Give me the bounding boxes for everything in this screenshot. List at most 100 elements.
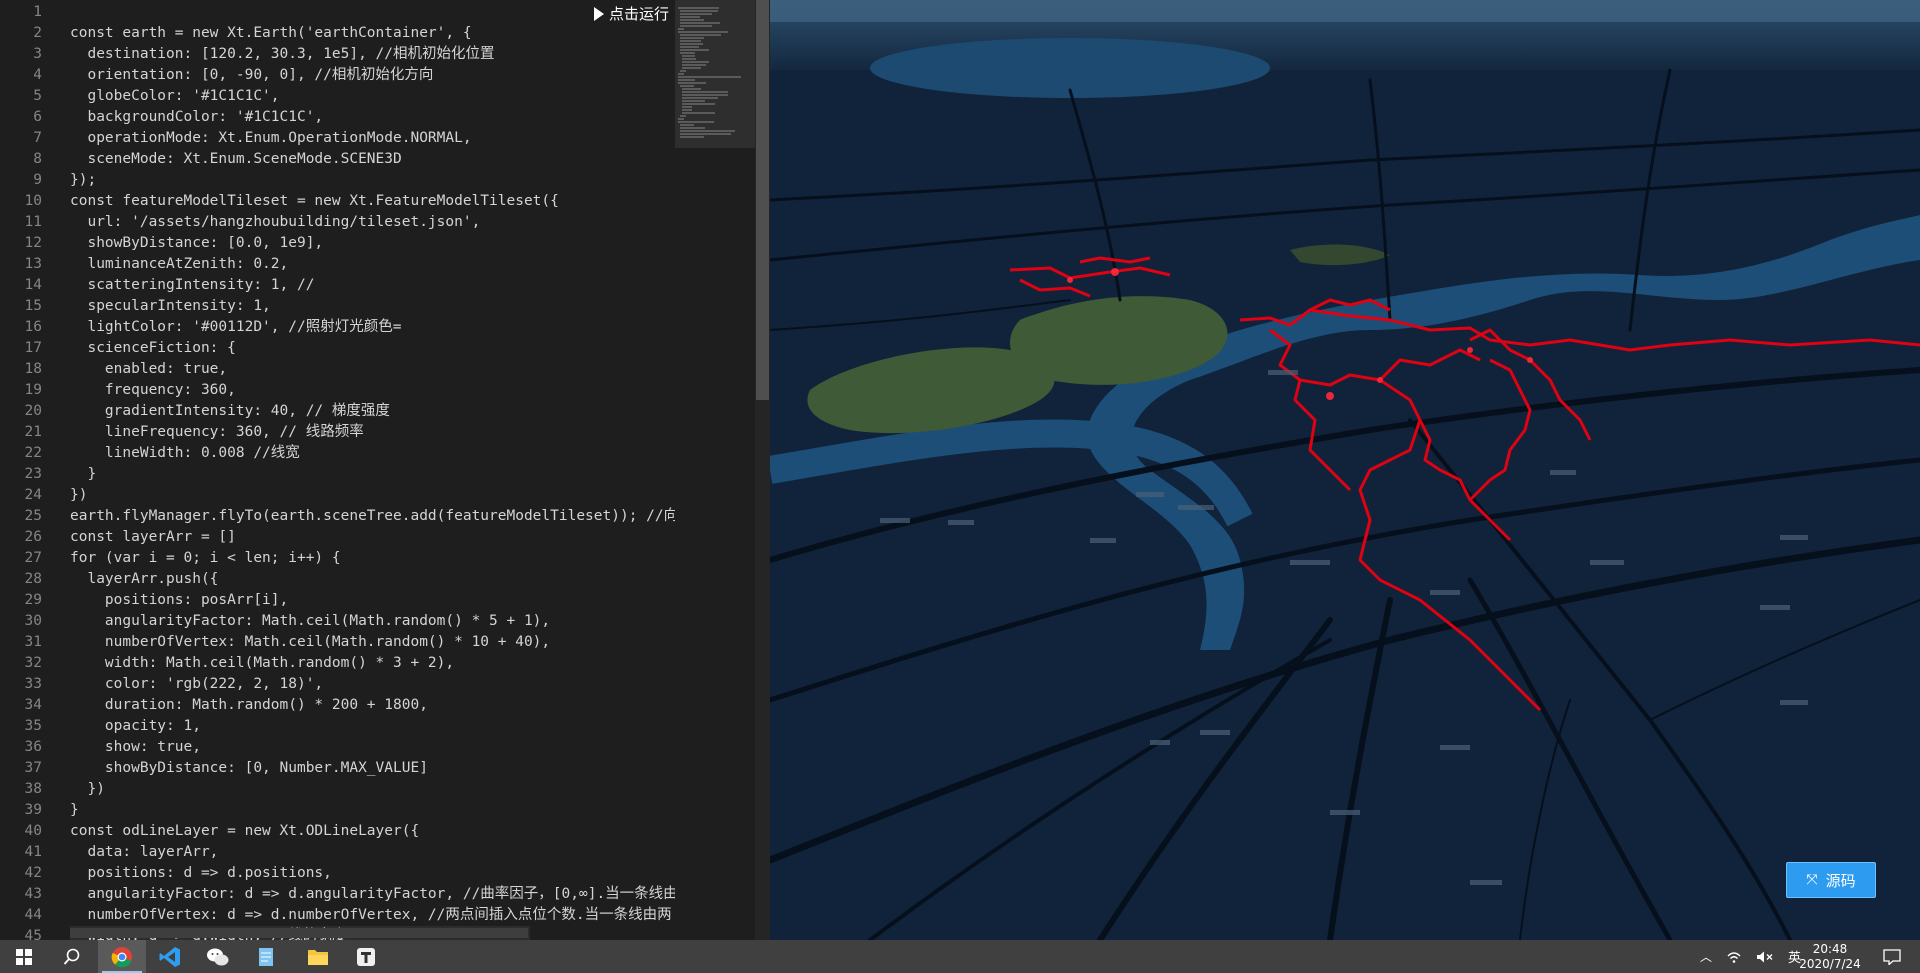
play-icon (594, 7, 604, 21)
vscode-taskbar-button[interactable] (146, 940, 194, 973)
wechat-taskbar-button[interactable] (194, 940, 242, 973)
code-line[interactable]: } (70, 800, 79, 821)
run-button-label: 点击运行 (609, 5, 670, 23)
windows-start-button[interactable] (0, 940, 48, 973)
code-line[interactable]: show: true, (70, 737, 201, 758)
code-line[interactable]: showByDistance: [0.0, 1e9], (70, 233, 323, 254)
code-line[interactable]: specularIntensity: 1, (70, 296, 270, 317)
minimap-line (682, 100, 705, 102)
line-number: 13 (24, 256, 42, 272)
code-line[interactable]: lineWidth: 0.008 //线宽 (70, 443, 300, 464)
line-number: 2 (33, 25, 42, 41)
code-line[interactable]: operationMode: Xt.Enum.OperationMode.NOR… (70, 128, 471, 149)
wifi-icon[interactable] (1726, 950, 1742, 964)
minimap-line (680, 127, 706, 129)
file-explorer-taskbar-button[interactable] (294, 940, 342, 973)
code-line[interactable]: showByDistance: [0, Number.MAX_VALUE] (70, 758, 428, 779)
line-number: 39 (24, 802, 42, 818)
minimap-line (678, 28, 684, 30)
minimap-line (682, 58, 696, 60)
code-line[interactable]: backgroundColor: '#1C1C1C', (70, 107, 323, 128)
code-line[interactable]: lightColor: '#00112D', //照射灯光颜色= (70, 317, 401, 338)
system-clock[interactable]: 20:48 2020/7/24 (1790, 942, 1870, 972)
search-button[interactable] (48, 940, 96, 973)
chrome-taskbar-button[interactable] (98, 940, 146, 973)
code-line[interactable]: const earth = new Xt.Earth('earthContain… (70, 23, 472, 44)
code-line[interactable]: frequency: 360, (70, 380, 236, 401)
minimap-line (680, 22, 720, 24)
code-line[interactable]: luminanceAtZenith: 0.2, (70, 254, 288, 275)
code-line[interactable]: numberOfVertex: d => d.numberOfVertex, /… (70, 905, 671, 926)
code-line[interactable]: duration: Math.random() * 200 + 1800, (70, 695, 428, 716)
typora-taskbar-button[interactable] (342, 940, 390, 973)
code-line[interactable]: angularityFactor: d => d.angularityFacto… (70, 884, 675, 905)
code-line[interactable]: gradientIntensity: 40, // 梯度强度 (70, 401, 390, 422)
code-line[interactable]: color: 'rgb(222, 2, 18)', (70, 674, 323, 695)
line-number: 18 (24, 361, 42, 377)
code-line[interactable]: }) (70, 485, 87, 506)
minimap-line (680, 133, 732, 135)
line-number: 24 (24, 487, 42, 503)
code-line[interactable]: orientation: [0, -90, 0], //相机初始化方向 (70, 65, 433, 86)
line-number: 45 (24, 928, 42, 940)
code-line[interactable]: earth.flyManager.flyTo(earth.sceneTree.a… (70, 506, 675, 527)
volume-muted-icon[interactable] (1756, 950, 1774, 964)
line-number: 15 (24, 298, 42, 314)
wechat-icon (207, 948, 229, 965)
line-number: 29 (24, 592, 42, 608)
notification-icon (1883, 948, 1901, 965)
line-number: 10 (24, 193, 42, 209)
line-number: 41 (24, 844, 42, 860)
source-code-button[interactable]: ⤧ 源码 (1786, 862, 1876, 898)
line-number: 26 (24, 529, 42, 545)
code-line[interactable]: const layerArr = [] (70, 527, 236, 548)
code-line[interactable]: enabled: true, (70, 359, 227, 380)
code-line[interactable]: width: Math.ceil(Math.random() * 3 + 2), (70, 653, 454, 674)
vertical-scrollbar-thumb[interactable] (756, 0, 769, 400)
vertical-scrollbar[interactable] (755, 0, 770, 940)
code-line[interactable]: const odLineLayer = new Xt.ODLineLayer({ (70, 821, 419, 842)
line-number: 42 (24, 865, 42, 881)
windows-logo-icon (16, 948, 32, 965)
code-line[interactable]: lineFrequency: 360, // 线路频率 (70, 422, 364, 443)
code-line[interactable]: }); (70, 170, 96, 191)
notepad-taskbar-button[interactable] (242, 940, 290, 973)
chevron-up-icon[interactable]: ︿ (1700, 948, 1712, 965)
code-line[interactable]: opacity: 1, (70, 716, 201, 737)
code-line[interactable]: sceneMode: Xt.Enum.SceneMode.SCENE3D (70, 149, 401, 170)
horizontal-scrollbar-thumb[interactable] (70, 928, 528, 938)
line-number: 33 (24, 676, 42, 692)
minimap-line (682, 106, 692, 108)
line-number: 9 (33, 172, 42, 188)
code-area[interactable]: const earth = new Xt.Earth('earthContain… (70, 0, 675, 940)
code-line[interactable]: numberOfVertex: Math.ceil(Math.random() … (70, 632, 550, 653)
minimap-line (680, 46, 699, 48)
notification-center-button[interactable] (1868, 940, 1916, 973)
code-line[interactable]: scatteringIntensity: 1, // (70, 275, 314, 296)
code-line[interactable]: positions: posArr[i], (70, 590, 288, 611)
code-line[interactable]: }) (70, 779, 104, 800)
code-line[interactable]: data: layerArr, (70, 842, 218, 863)
code-minimap[interactable] (675, 0, 755, 940)
code-line[interactable]: positions: d => d.positions, (70, 863, 331, 884)
code-line[interactable]: layerArr.push({ (70, 569, 218, 590)
code-line[interactable]: } (70, 464, 96, 485)
code-editor[interactable]: 1 2 3 4 5 6 7 8 9 10 11 12 13 14 15 16 17 18 19 20 21 22 23 24 2… (0, 0, 770, 940)
code-line[interactable]: scienceFiction: { (70, 338, 235, 359)
3d-map-view[interactable]: ⤧ 源码 (770, 0, 1920, 940)
minimap-line (678, 73, 684, 75)
minimap-line (678, 31, 729, 33)
minimap-line (682, 97, 718, 99)
code-line[interactable]: globeColor: '#1C1C1C', (70, 86, 279, 107)
code-line[interactable]: destination: [120.2, 30.3, 1e5], //相机初始化… (70, 44, 494, 65)
map-canvas[interactable] (770, 0, 1920, 940)
minimap-line (680, 16, 700, 18)
minimap-line (678, 121, 714, 123)
run-button[interactable]: 点击运行 (588, 3, 676, 25)
line-number: 27 (24, 550, 42, 566)
code-line[interactable]: angularityFactor: Math.ceil(Math.random(… (70, 611, 550, 632)
minimap-line (680, 70, 686, 72)
code-line[interactable]: for (var i = 0; i < len; i++) { (70, 548, 341, 569)
code-line[interactable]: url: '/assets/hangzhoubuilding/tileset.j… (70, 212, 480, 233)
code-line[interactable]: const featureModelTileset = new Xt.Featu… (70, 191, 559, 212)
